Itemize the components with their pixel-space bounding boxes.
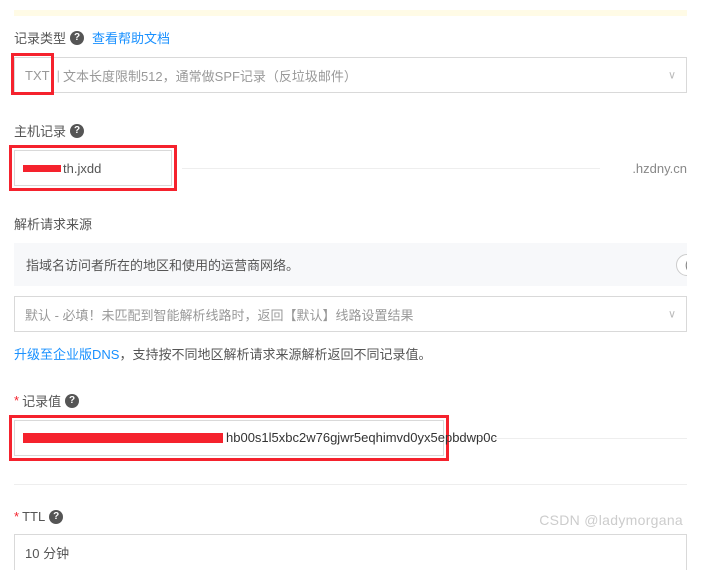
banner-strip [14, 10, 687, 16]
help-icon[interactable]: ? [65, 394, 79, 408]
help-doc-link[interactable]: 查看帮助文档 [92, 28, 170, 47]
request-source-label: 解析请求来源 [14, 214, 92, 233]
required-indicator: * [14, 509, 19, 524]
record-type-label-row: 记录类型 ? 查看帮助文档 [14, 28, 687, 47]
record-type-prefix: TXT [25, 68, 50, 83]
ttl-value: 10 分钟 [25, 543, 69, 562]
upgrade-text-row: 升级至企业版DNS，支持按不同地区解析请求来源解析返回不同记录值。 [14, 344, 687, 363]
redaction-mark [23, 165, 61, 172]
help-icon[interactable]: ? [49, 510, 63, 524]
record-value-visible: hb00s1l5xbc2w76gjwr5eqhimvd0yx5epbdwp0c [226, 430, 497, 445]
divider [14, 484, 687, 485]
host-record-label-row: 主机记录 ? [14, 121, 687, 140]
host-record-group: 主机记录 ? .hzdny.cn [14, 121, 687, 186]
ttl-label: TTL [22, 509, 45, 524]
domain-suffix: .hzdny.cn [632, 161, 687, 176]
required-indicator: * [14, 393, 19, 408]
host-record-label: 主机记录 [14, 121, 66, 140]
record-type-group: 记录类型 ? 查看帮助文档 TXT | 文本长度限制512，通常做SPF记录（反… [14, 28, 687, 93]
request-source-text: 默认 - 必填！未匹配到智能解析线路时，返回【默认】线路设置结果 [25, 305, 414, 324]
request-source-group: 解析请求来源 指域名访问者所在的地区和使用的运营商网络。 ( 默认 - 必填！未… [14, 214, 687, 363]
help-icon[interactable]: ? [70, 31, 84, 45]
record-type-select[interactable]: TXT | 文本长度限制512，通常做SPF记录（反垃圾邮件） ∨ [14, 57, 687, 93]
record-type-label: 记录类型 [14, 28, 66, 47]
upgrade-link[interactable]: 升级至企业版DNS [14, 347, 119, 362]
request-source-select[interactable]: 默认 - 必填！未匹配到智能解析线路时，返回【默认】线路设置结果 ∨ [14, 296, 687, 332]
watermark: CSDN @ladymorgana [539, 512, 683, 528]
record-type-text: 文本长度限制512，通常做SPF记录（反垃圾邮件） [63, 66, 357, 85]
ttl-select[interactable]: 10 分钟 [14, 534, 687, 570]
chevron-down-icon: ∨ [668, 69, 676, 82]
redaction-mark [23, 433, 223, 443]
request-source-info: 指域名访问者所在的地区和使用的运营商网络。 ( [14, 243, 687, 286]
help-icon[interactable]: ? [70, 124, 84, 138]
request-source-label-row: 解析请求来源 [14, 214, 687, 233]
info-icon[interactable]: ( [676, 254, 687, 276]
record-value-label-row: * 记录值 ? [14, 391, 687, 410]
record-value-group: * 记录值 ? hb00s1l5xbc2w76gjwr5eqhimvd0yx5e… [14, 391, 687, 456]
record-value-label: 记录值 [22, 391, 61, 410]
chevron-down-icon: ∨ [668, 308, 676, 321]
